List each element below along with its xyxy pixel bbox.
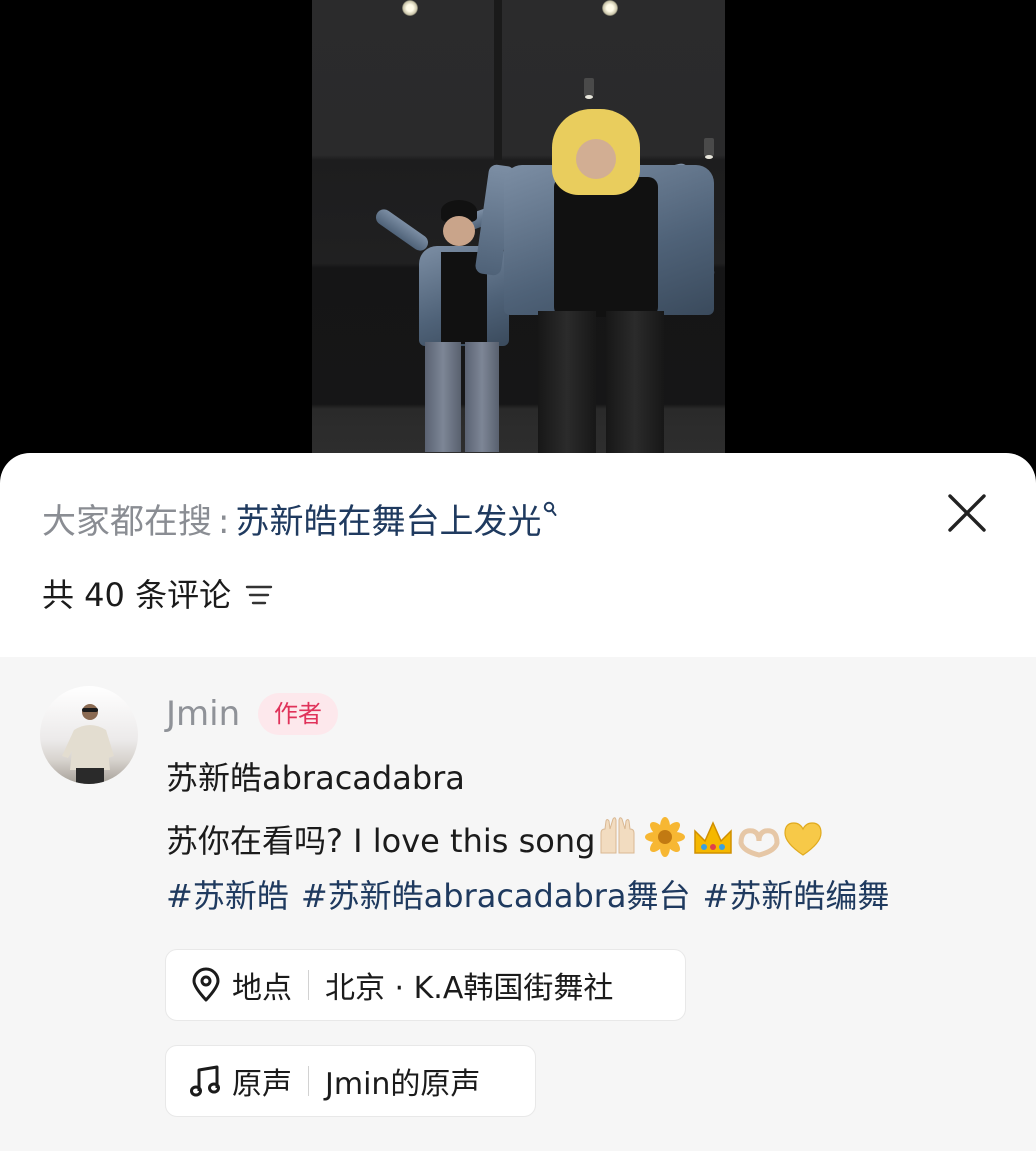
close-icon[interactable] <box>944 490 990 536</box>
hashtag-link[interactable]: #苏新皓编舞 <box>703 877 890 915</box>
comments-count: 共 40 条评论 <box>42 576 232 614</box>
blossom-icon <box>645 817 686 857</box>
trending-search-term[interactable]: 苏新皓在舞台上发光 <box>235 502 541 542</box>
trending-search-hint[interactable]: 大家都在搜: 苏新皓在舞台上发光 <box>42 495 557 549</box>
sound-label: 原声 <box>232 1067 292 1102</box>
comment-text-line-2: 苏你在看吗? I love this song <box>166 815 827 871</box>
comment-username[interactable]: Jmin <box>166 690 240 738</box>
location-label: 地点 <box>232 971 292 1006</box>
ceiling-lamp <box>584 78 594 99</box>
crown-icon <box>694 821 733 854</box>
heart-hands-icon <box>738 828 780 858</box>
sound-pill[interactable]: 原声 Jmin的原声 <box>165 1045 536 1117</box>
raising-hands-icon <box>600 817 635 854</box>
ceiling-light <box>402 0 418 16</box>
emoji-row <box>597 815 827 871</box>
comment-text-line-1: 苏新皓abracadabra <box>166 759 465 797</box>
music-note-icon <box>190 1065 220 1097</box>
search-icon <box>544 501 557 516</box>
location-pill[interactable]: 地点 北京 · K.A韩国街舞社 <box>165 949 686 1021</box>
location-value: 北京 · K.A韩国街舞社 <box>325 971 614 1006</box>
video-frame[interactable] <box>312 0 725 470</box>
video-player[interactable] <box>0 0 1036 470</box>
trending-search-label: 大家都在搜 <box>42 502 212 542</box>
comment-text: 苏你在看吗? I love this song <box>166 822 596 860</box>
yellow-heart-icon <box>784 822 823 856</box>
sound-value: Jmin的原声 <box>325 1067 481 1102</box>
pill-divider <box>308 970 309 1000</box>
avatar-person-icon <box>62 704 114 784</box>
pill-divider <box>308 1066 309 1096</box>
hashtag-link[interactable]: #苏新皓abracadabra舞台 <box>301 877 691 915</box>
avatar[interactable] <box>40 686 138 784</box>
hashtag-row: #苏新皓 #苏新皓abracadabra舞台 #苏新皓编舞 <box>166 873 901 919</box>
dancer-front <box>474 105 725 470</box>
location-pin-icon <box>192 967 220 1002</box>
sort-icon[interactable] <box>245 583 273 607</box>
comments-count-row: 共 40 条评论 <box>42 572 273 618</box>
hashtag-link[interactable]: #苏新皓 <box>166 877 289 915</box>
author-badge: 作者 <box>258 693 338 735</box>
trending-search-colon: : <box>218 502 230 542</box>
ceiling-light <box>602 0 618 16</box>
